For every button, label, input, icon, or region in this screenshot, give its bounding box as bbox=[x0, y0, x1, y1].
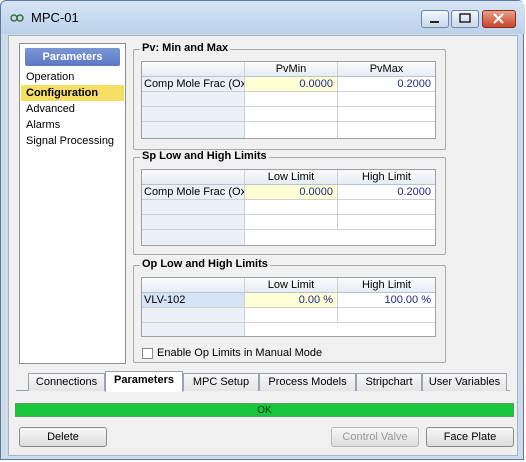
pv-max-value[interactable]: 0.2000 bbox=[338, 77, 435, 92]
sp-limits-group: Sp Low and High Limits Low Limit High Li… bbox=[133, 150, 446, 255]
pv-min-max-group: Pv: Min and Max PvMin PvMax Comp Mole Fr… bbox=[133, 42, 446, 150]
pv-empty-cell bbox=[245, 122, 338, 138]
sp-empty-row-label bbox=[142, 200, 245, 215]
pv-column-header-min: PvMin bbox=[245, 62, 338, 77]
tab-connections[interactable]: Connections bbox=[28, 373, 105, 391]
pv-min-value[interactable]: 0.0000 bbox=[245, 77, 338, 92]
op-empty-row-label bbox=[142, 323, 245, 336]
sp-empty-cell bbox=[338, 215, 435, 230]
delete-button[interactable]: Delete bbox=[19, 427, 107, 447]
op-empty-cell bbox=[245, 308, 338, 323]
close-icon bbox=[493, 13, 504, 24]
sp-row-label: Comp Mole Frac (Ox bbox=[142, 185, 245, 200]
tab-mpc-setup[interactable]: MPC Setup bbox=[183, 373, 259, 391]
sidebar-item-advanced[interactable]: Advanced bbox=[21, 101, 124, 117]
sidebar-header: Parameters bbox=[25, 48, 120, 66]
mpc-app-icon bbox=[10, 14, 24, 22]
sidebar-item-operation[interactable]: Operation bbox=[21, 69, 124, 85]
sp-empty-cell bbox=[338, 200, 435, 215]
parameters-sidebar: Parameters Operation Configuration Advan… bbox=[19, 43, 126, 364]
op-group-title: Op Low and High Limits bbox=[140, 258, 270, 270]
pv-empty-row-label bbox=[142, 122, 245, 138]
pv-grid: PvMin PvMax Comp Mole Frac (Ox 0.0000 0.… bbox=[141, 61, 436, 139]
minimize-icon bbox=[430, 21, 439, 23]
sp-empty-cell bbox=[245, 200, 338, 215]
pv-grid-corner bbox=[142, 62, 245, 77]
op-empty-row-label bbox=[142, 308, 245, 323]
pv-group-title: Pv: Min and Max bbox=[140, 42, 231, 54]
sidebar-item-signal-processing[interactable]: Signal Processing bbox=[21, 133, 124, 149]
control-valve-button[interactable]: Control Valve bbox=[331, 427, 419, 447]
tab-stripchart[interactable]: Stripchart bbox=[356, 373, 422, 391]
sp-low-limit-value[interactable]: 0.0000 bbox=[245, 185, 338, 200]
pv-column-header-max: PvMax bbox=[338, 62, 435, 77]
sp-column-header-high: High Limit bbox=[338, 170, 435, 185]
op-grid-corner bbox=[142, 278, 245, 293]
manual-mode-checkbox-row[interactable]: Enable Op Limits in Manual Mode bbox=[142, 346, 322, 360]
pv-empty-row-label bbox=[142, 107, 245, 122]
sp-group-title: Sp Low and High Limits bbox=[140, 150, 269, 162]
sp-high-limit-value[interactable]: 0.2000 bbox=[338, 185, 435, 200]
pv-empty-cell bbox=[338, 107, 435, 122]
status-bar: OK bbox=[15, 403, 514, 417]
tab-user-variables[interactable]: User Variables bbox=[422, 373, 507, 391]
pv-empty-row-label bbox=[142, 92, 245, 107]
title-bar[interactable]: MPC-01 bbox=[1, 1, 525, 34]
op-low-limit-value[interactable]: 0.00 % bbox=[245, 293, 338, 308]
pv-empty-cell bbox=[245, 92, 338, 107]
pv-empty-cell bbox=[338, 92, 435, 107]
sp-grid-corner bbox=[142, 170, 245, 185]
sp-column-header-low: Low Limit bbox=[245, 170, 338, 185]
sidebar-item-configuration[interactable]: Configuration bbox=[21, 85, 124, 101]
pv-empty-cell bbox=[245, 107, 338, 122]
tab-strip: Connections Parameters MPC Setup Process… bbox=[16, 371, 510, 392]
op-column-header-high: High Limit bbox=[338, 278, 435, 293]
window: MPC-01 Parameters Operation Configuratio… bbox=[0, 0, 525, 460]
manual-mode-checkbox-label: Enable Op Limits in Manual Mode bbox=[157, 347, 323, 359]
sp-grid: Low Limit High Limit Comp Mole Frac (Ox … bbox=[141, 169, 436, 246]
tab-parameters[interactable]: Parameters bbox=[105, 371, 183, 392]
op-empty-cell bbox=[338, 308, 435, 323]
pv-row-label: Comp Mole Frac (Ox bbox=[142, 77, 245, 92]
sp-empty-cell bbox=[245, 215, 338, 230]
maximize-icon bbox=[459, 13, 471, 23]
sidebar-item-alarms[interactable]: Alarms bbox=[21, 117, 124, 133]
client-area: Parameters Operation Configuration Advan… bbox=[8, 35, 518, 456]
sp-empty-row-label bbox=[142, 230, 245, 245]
tab-process-models[interactable]: Process Models bbox=[259, 373, 356, 391]
op-high-limit-value[interactable]: 100.00 % bbox=[338, 293, 435, 308]
op-column-header-low: Low Limit bbox=[245, 278, 338, 293]
sp-empty-row-label bbox=[142, 215, 245, 230]
face-plate-button[interactable]: Face Plate bbox=[426, 427, 514, 447]
op-row-label: VLV-102 bbox=[142, 293, 245, 308]
op-grid: Low Limit High Limit VLV-102 0.00 % 100.… bbox=[141, 277, 436, 337]
window-title: MPC-01 bbox=[31, 10, 79, 25]
manual-mode-checkbox[interactable] bbox=[142, 347, 153, 359]
maximize-button[interactable] bbox=[451, 10, 479, 28]
close-button[interactable] bbox=[482, 10, 516, 28]
minimize-button[interactable] bbox=[421, 10, 449, 28]
